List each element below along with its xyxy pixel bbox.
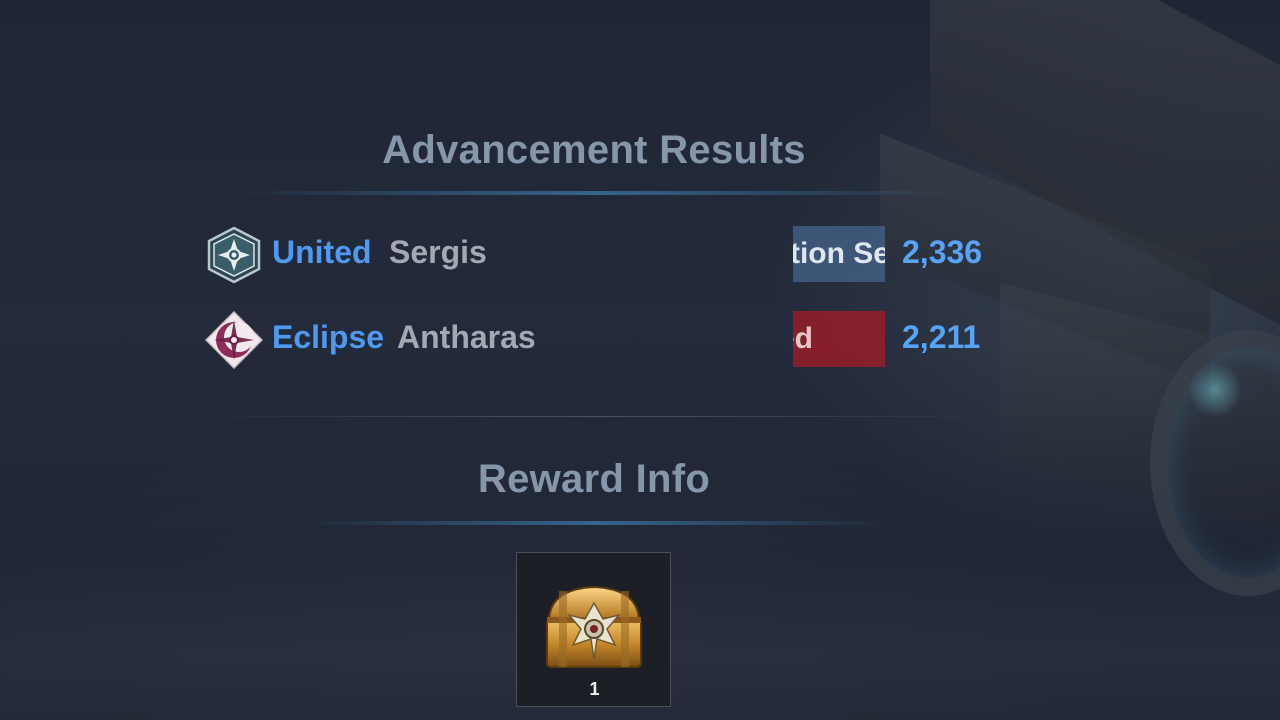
treasure-chest-icon: [546, 585, 642, 668]
server-name-label: Sergis: [389, 234, 487, 270]
reward-item-slot[interactable]: 1: [516, 552, 671, 707]
status-badge: tion Se: [793, 226, 885, 282]
advancement-results-screen: Advancement Results United Sergis tion S…: [0, 0, 1280, 720]
status-badge-text: ed: [793, 322, 813, 355]
score-value: 2,336: [902, 234, 983, 270]
reward-info-title: Reward Info: [477, 457, 711, 501]
faction-name-label: Eclipse: [272, 319, 385, 355]
eclipse-emblem-icon: [205, 311, 263, 369]
reward-title-glow-divider: [300, 521, 890, 525]
result-row-united: United Sergis tion Se 2,336: [205, 224, 1005, 284]
section-divider: [195, 416, 995, 417]
reward-quantity: 1: [589, 679, 600, 699]
server-name-label: Antharas: [397, 319, 536, 355]
status-badge-text: tion Se: [793, 237, 885, 270]
faction-name-label: United: [272, 234, 372, 270]
united-emblem-icon: [207, 226, 261, 284]
advancement-results-title: Advancement Results: [382, 128, 806, 172]
title-glow-divider: [235, 191, 955, 195]
background-ship-glow: [1190, 360, 1240, 420]
score-value: 2,211: [902, 319, 981, 355]
status-badge: ed: [793, 311, 885, 367]
result-row-eclipse: Eclipse Antharas ed 2,211: [205, 309, 1005, 369]
